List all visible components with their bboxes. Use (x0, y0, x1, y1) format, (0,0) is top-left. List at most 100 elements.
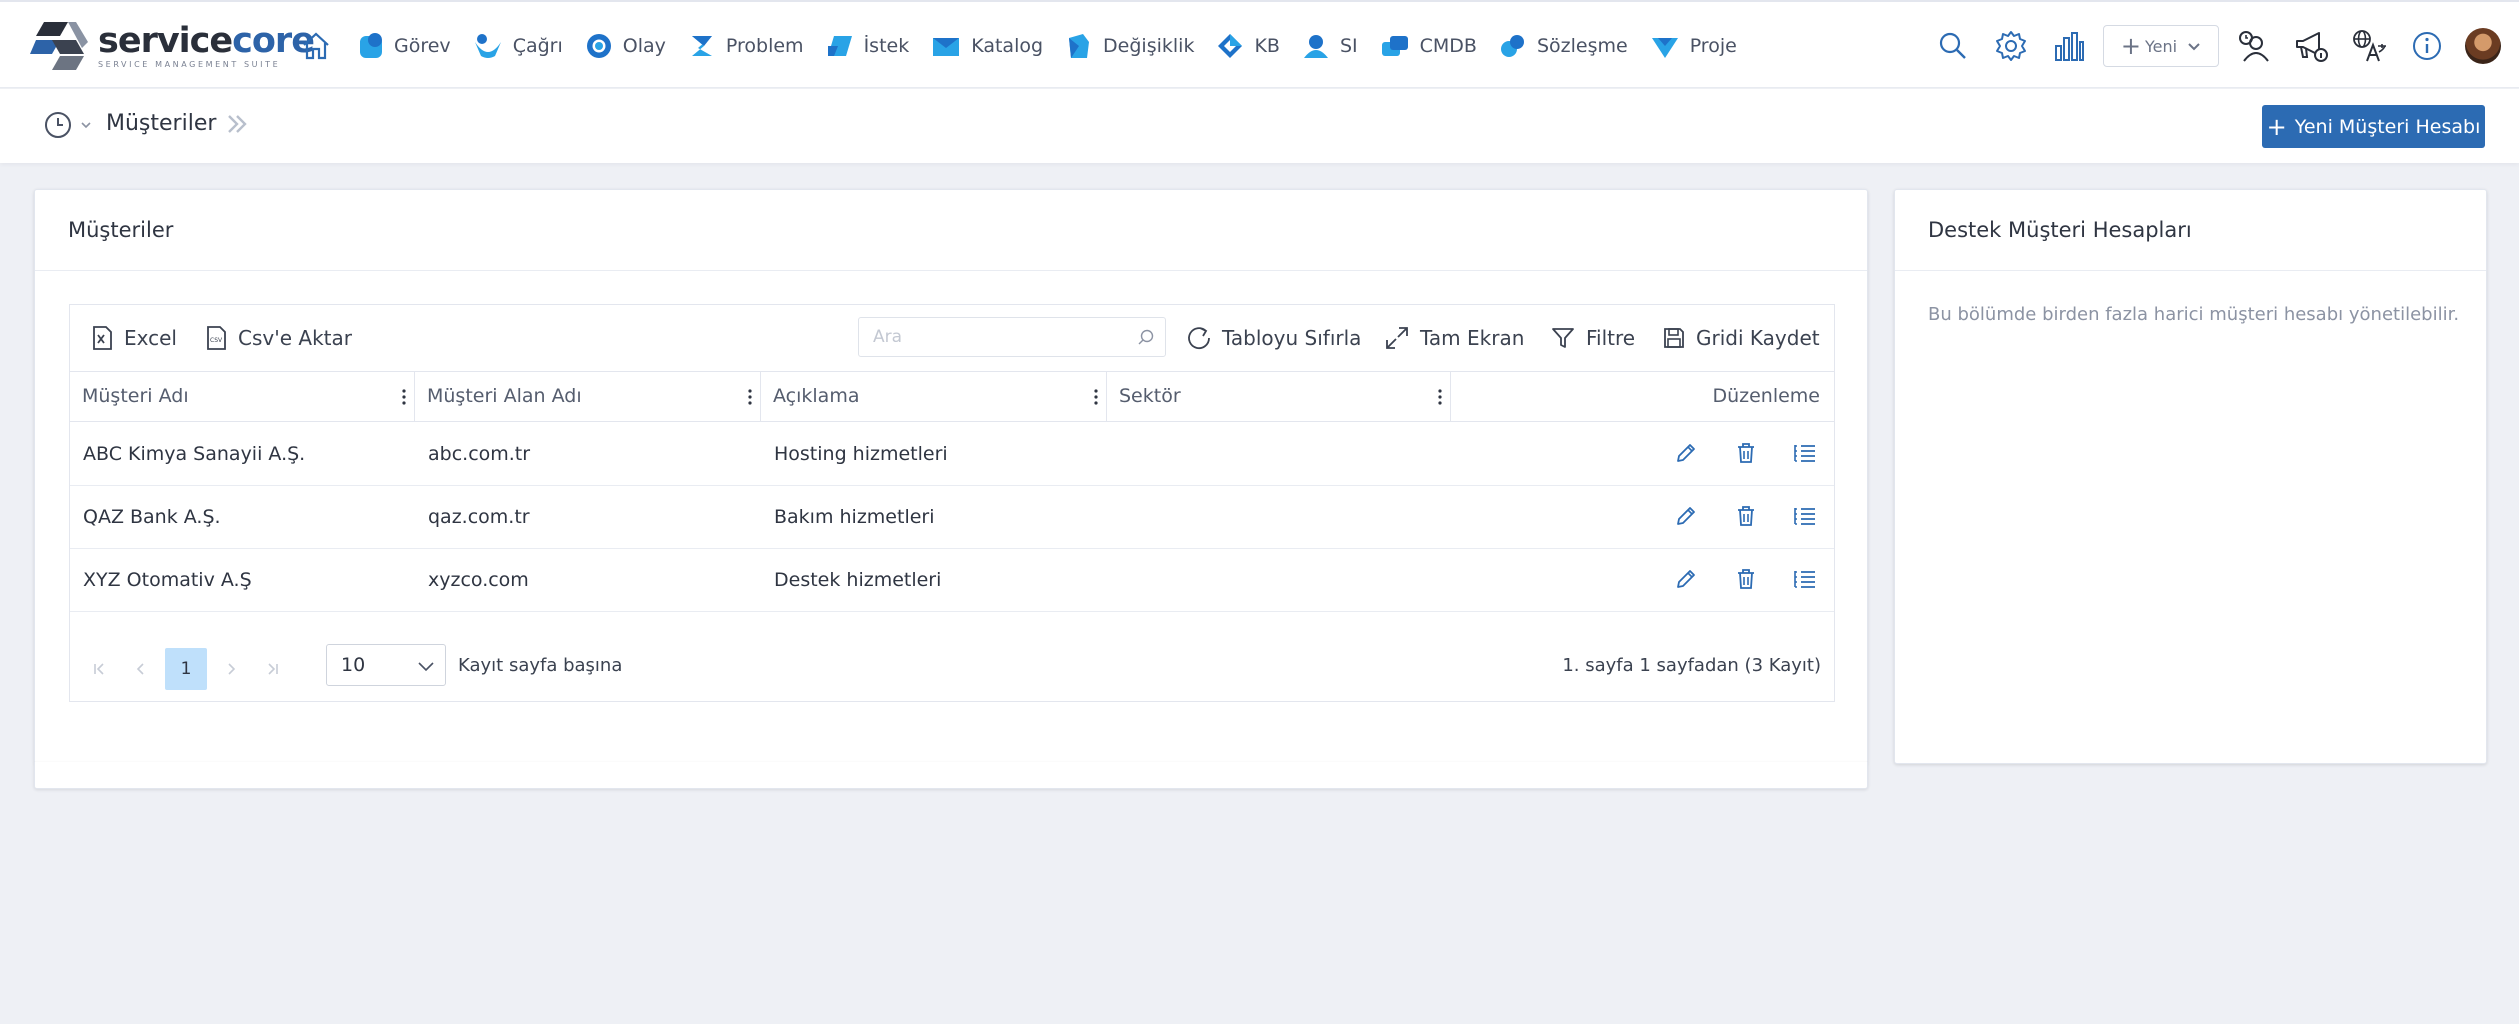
user-activity-button[interactable] (2229, 22, 2277, 70)
column-menu-icon[interactable] (748, 388, 752, 410)
first-page-icon[interactable] (78, 648, 120, 690)
nav-item-label: İstek (863, 35, 910, 57)
table-row[interactable]: QAZ Bank A.Ş. qaz.com.tr Bakım hizmetler… (70, 485, 1834, 549)
column-menu-icon[interactable] (1438, 388, 1442, 410)
cell-description: Destek hizmetleri (774, 568, 942, 591)
reset-table-button[interactable]: Tabloyu Sıfırla (1186, 322, 1361, 354)
incident-icon (585, 32, 613, 60)
excel-export-button[interactable]: Excel (90, 322, 177, 354)
megaphone-icon (2293, 29, 2329, 63)
new-dropdown-button[interactable]: + Yeni (2103, 25, 2219, 67)
grid-search-input[interactable] (871, 326, 1125, 348)
nav-item-label: SI (1339, 35, 1358, 57)
cell-customer-domain: xyzco.com (428, 568, 529, 591)
gear-icon (1994, 29, 2028, 63)
search-button[interactable] (1929, 22, 1977, 70)
edit-icon[interactable] (1674, 441, 1698, 469)
page-number-button[interactable]: 1 (165, 648, 207, 690)
settings-button[interactable] (1987, 22, 2035, 70)
last-page-icon[interactable] (252, 648, 294, 690)
chevron-down-icon (80, 121, 92, 129)
save-grid-label: Gridi Kaydet (1696, 326, 1820, 350)
list-icon[interactable] (1792, 567, 1818, 595)
save-grid-button[interactable]: Gridi Kaydet (1662, 322, 1820, 354)
info-button[interactable] (2403, 22, 2451, 70)
prev-page-icon[interactable] (120, 648, 162, 690)
reports-button[interactable] (2045, 22, 2093, 70)
nav-item-gorev[interactable]: Görev (358, 26, 451, 66)
edit-icon[interactable] (1674, 504, 1698, 532)
problem-icon (688, 32, 716, 60)
servicecore-logo[interactable]: servicecore SERVICE MANAGEMENT SUITE (30, 18, 315, 74)
nav-item-istek[interactable]: İstek (826, 26, 910, 66)
nav-item-olay[interactable]: Olay (585, 26, 666, 66)
nav-item-sozlesme[interactable]: Sözleşme (1499, 26, 1628, 66)
nav-item-si[interactable]: SI (1302, 26, 1358, 66)
support-accounts-card: Destek Müşteri Hesapları Bu bölümde bird… (1894, 189, 2487, 764)
new-customer-account-label: Yeni Müşteri Hesabı (2294, 115, 2481, 138)
list-icon[interactable] (1792, 504, 1818, 532)
nav-item-label: Olay (622, 35, 666, 57)
call-icon (473, 32, 503, 60)
catalog-icon (931, 32, 961, 60)
cell-customer-domain: qaz.com.tr (428, 505, 530, 528)
fullscreen-label: Tam Ekran (1420, 326, 1525, 350)
column-header-sector[interactable]: Sektör (1107, 371, 1451, 421)
task-icon (358, 32, 384, 60)
user-avatar[interactable] (2465, 28, 2501, 64)
page-size-select[interactable]: 10 (326, 644, 446, 686)
column-header-label: Sektör (1119, 385, 1181, 407)
cell-sector (1107, 485, 1120, 548)
nav-item-kb[interactable]: KB (1216, 26, 1280, 66)
search-icon[interactable] (1137, 328, 1155, 346)
save-icon (1662, 326, 1686, 350)
nav-item-proje[interactable]: Proje (1650, 26, 1737, 66)
nav-home[interactable] (300, 26, 332, 66)
trash-icon[interactable] (1734, 441, 1758, 469)
user-clock-icon (2236, 29, 2270, 63)
next-page-icon[interactable] (210, 648, 252, 690)
nav-item-problem[interactable]: Problem (688, 26, 804, 66)
fullscreen-button[interactable]: Tam Ekran (1384, 322, 1524, 354)
grid-header: Müşteri Adı Müşteri Alan Adı Açıklama Se… (70, 371, 1834, 422)
cmdb-icon (1380, 32, 1410, 60)
nav-item-label: Sözleşme (1536, 35, 1628, 57)
chevron-down-icon (2187, 37, 2201, 56)
table-row[interactable]: ABC Kimya Sanayii A.Ş. abc.com.tr Hostin… (70, 422, 1834, 486)
nav-item-cagri[interactable]: Çağrı (473, 26, 563, 66)
request-icon (826, 32, 854, 60)
si-icon (1302, 32, 1330, 60)
column-header-label: Açıklama (773, 385, 860, 407)
page-header: Müşteriler + Yeni Müşteri Hesabı (0, 89, 2519, 163)
edit-icon[interactable] (1674, 567, 1698, 595)
top-navbar: servicecore SERVICE MANAGEMENT SUITE Gör… (0, 0, 2519, 88)
table-row[interactable]: XYZ Otomativ A.Ş xyzco.com Destek hizmet… (70, 548, 1834, 612)
history-button[interactable] (44, 111, 92, 139)
language-button[interactable] (2345, 22, 2393, 70)
nav-item-katalog[interactable]: Katalog (931, 26, 1043, 66)
nav-item-cmdb[interactable]: CMDB (1380, 26, 1477, 66)
column-header-domain[interactable]: Müşteri Alan Adı (415, 371, 761, 421)
page-info: 1. sayfa 1 sayfadan (3 Kayıt) (1562, 655, 1821, 676)
clock-icon (44, 111, 72, 139)
new-button-label: Yeni (2145, 36, 2178, 56)
list-icon[interactable] (1792, 441, 1818, 469)
column-header-edit: Düzenleme (1451, 371, 1834, 421)
filter-button[interactable]: Filtre (1550, 322, 1635, 354)
csv-export-button[interactable]: CSV Csv'e Aktar (204, 322, 352, 354)
column-header-name[interactable]: Müşteri Adı (70, 371, 415, 421)
search-icon (1937, 30, 1969, 62)
announcements-button[interactable] (2287, 22, 2335, 70)
trash-icon[interactable] (1734, 504, 1758, 532)
grid-toolbar: Excel CSV Csv'e Aktar Tabloyu Sıfırla Ta… (70, 305, 1834, 372)
column-header-label: Müşteri Alan Adı (427, 385, 582, 407)
column-header-description[interactable]: Açıklama (761, 371, 1107, 421)
column-menu-icon[interactable] (1094, 388, 1098, 410)
new-customer-account-button[interactable]: + Yeni Müşteri Hesabı (2262, 105, 2485, 148)
double-chevron-right-icon (226, 113, 250, 135)
refresh-icon (1186, 325, 1212, 351)
trash-icon[interactable] (1734, 567, 1758, 595)
nav-item-degisiklik[interactable]: Değişiklik (1065, 26, 1194, 66)
nav-item-label: KB (1254, 35, 1280, 57)
column-menu-icon[interactable] (402, 388, 406, 410)
